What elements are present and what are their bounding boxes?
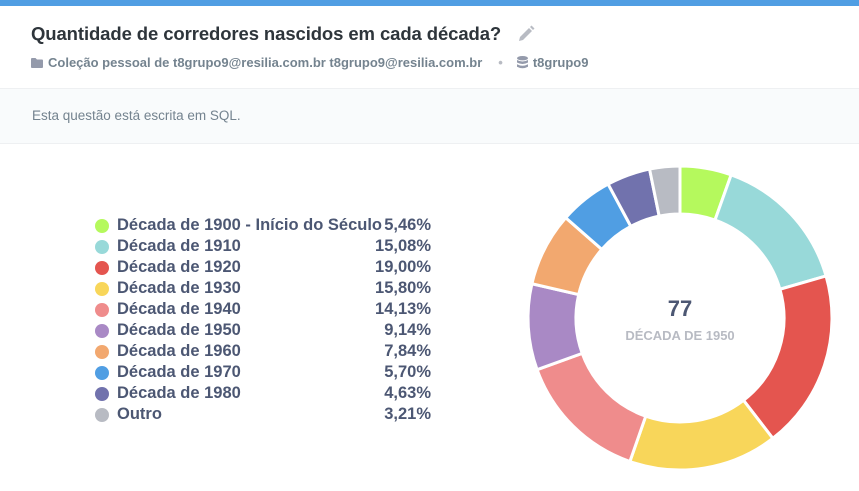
- donut-slice[interactable]: [741, 274, 834, 441]
- legend-item[interactable]: Década de 1910 15,08%: [95, 236, 431, 257]
- legend-value: 15,80%: [375, 279, 431, 297]
- legend-item[interactable]: Década de 1960 7,84%: [95, 341, 431, 362]
- legend-value: 7,84%: [384, 342, 431, 360]
- legend-label: Década de 1940: [117, 300, 241, 318]
- legend-label: Década de 1920: [117, 258, 241, 276]
- breadcrumb: Coleção pessoal de t8grupo9@resilia.com.…: [31, 55, 588, 70]
- legend-swatch: [95, 344, 109, 359]
- legend-swatch: [95, 260, 109, 275]
- legend-swatch: [95, 302, 109, 317]
- legend-item[interactable]: Década de 1950 9,14%: [95, 320, 431, 341]
- legend-value: 19,00%: [375, 258, 431, 276]
- legend-label: Década de 1930: [117, 279, 241, 297]
- legend-label: Outro: [117, 405, 162, 423]
- center-value: 77: [668, 296, 692, 321]
- folder-icon: [31, 57, 43, 68]
- page-title[interactable]: Quantidade de corredores nascidos em cad…: [31, 23, 501, 45]
- sql-notice-bar: Esta questão está escrita em SQL.: [0, 88, 859, 144]
- legend-label: Década de 1900 - Início do Século: [117, 216, 383, 234]
- database-icon: [516, 56, 528, 69]
- legend-value: 5,70%: [384, 363, 431, 381]
- legend-label: Década de 1980: [117, 384, 241, 402]
- legend-label: Década de 1970: [117, 363, 241, 381]
- legend-item[interactable]: Década de 1970 5,70%: [95, 362, 431, 383]
- legend-value: 5,46%: [384, 216, 431, 234]
- legend-label: Década de 1950: [117, 321, 241, 339]
- donut-slice[interactable]: [526, 281, 585, 372]
- legend-item[interactable]: Década de 1930 15,80%: [95, 278, 431, 299]
- legend-item[interactable]: Década de 1900 - Início do Século 5,46%: [95, 215, 431, 236]
- chart-legend: Década de 1900 - Início do Século 5,46% Dé…: [95, 215, 431, 425]
- legend-swatch: [95, 281, 109, 296]
- legend-value: 9,14%: [384, 321, 431, 339]
- donut-slice[interactable]: [713, 172, 828, 292]
- question-header: Quantidade de corredores nascidos em cad…: [0, 6, 859, 88]
- sql-notice-text: Esta questão está escrita em SQL.: [32, 108, 241, 123]
- legend-swatch: [95, 407, 109, 422]
- legend-swatch: [95, 365, 109, 380]
- database-link[interactable]: t8grupo9: [533, 55, 589, 70]
- legend-value: 14,13%: [375, 300, 431, 318]
- collection-link[interactable]: Coleção pessoal de t8grupo9@resilia.com.…: [48, 55, 482, 70]
- legend-value: 3,21%: [384, 405, 431, 423]
- legend-swatch: [95, 239, 109, 254]
- legend-swatch: [95, 218, 109, 233]
- legend-label: Década de 1960: [117, 342, 241, 360]
- legend-label: Década de 1910: [117, 237, 241, 255]
- legend-item[interactable]: Década de 1920 19,00%: [95, 257, 431, 278]
- legend-value: 4,63%: [384, 384, 431, 402]
- donut-slice[interactable]: [627, 398, 775, 472]
- legend-swatch: [95, 386, 109, 401]
- pencil-icon[interactable]: [515, 23, 537, 45]
- legend-swatch: [95, 323, 109, 338]
- legend-item[interactable]: Década de 1940 14,13%: [95, 299, 431, 320]
- donut-svg: 77 DÉCADA DE 1950: [526, 164, 834, 472]
- legend-value: 15,08%: [375, 237, 431, 255]
- donut-chart: 77 DÉCADA DE 1950: [520, 158, 840, 478]
- title-row: Quantidade de corredores nascidos em cad…: [31, 23, 537, 45]
- separator-dot: •: [498, 55, 503, 70]
- legend-item[interactable]: Outro 3,21%: [95, 404, 431, 425]
- legend-item[interactable]: Década de 1980 4,63%: [95, 383, 431, 404]
- donut-slice[interactable]: [535, 351, 648, 464]
- center-label: DÉCADA DE 1950: [625, 328, 734, 343]
